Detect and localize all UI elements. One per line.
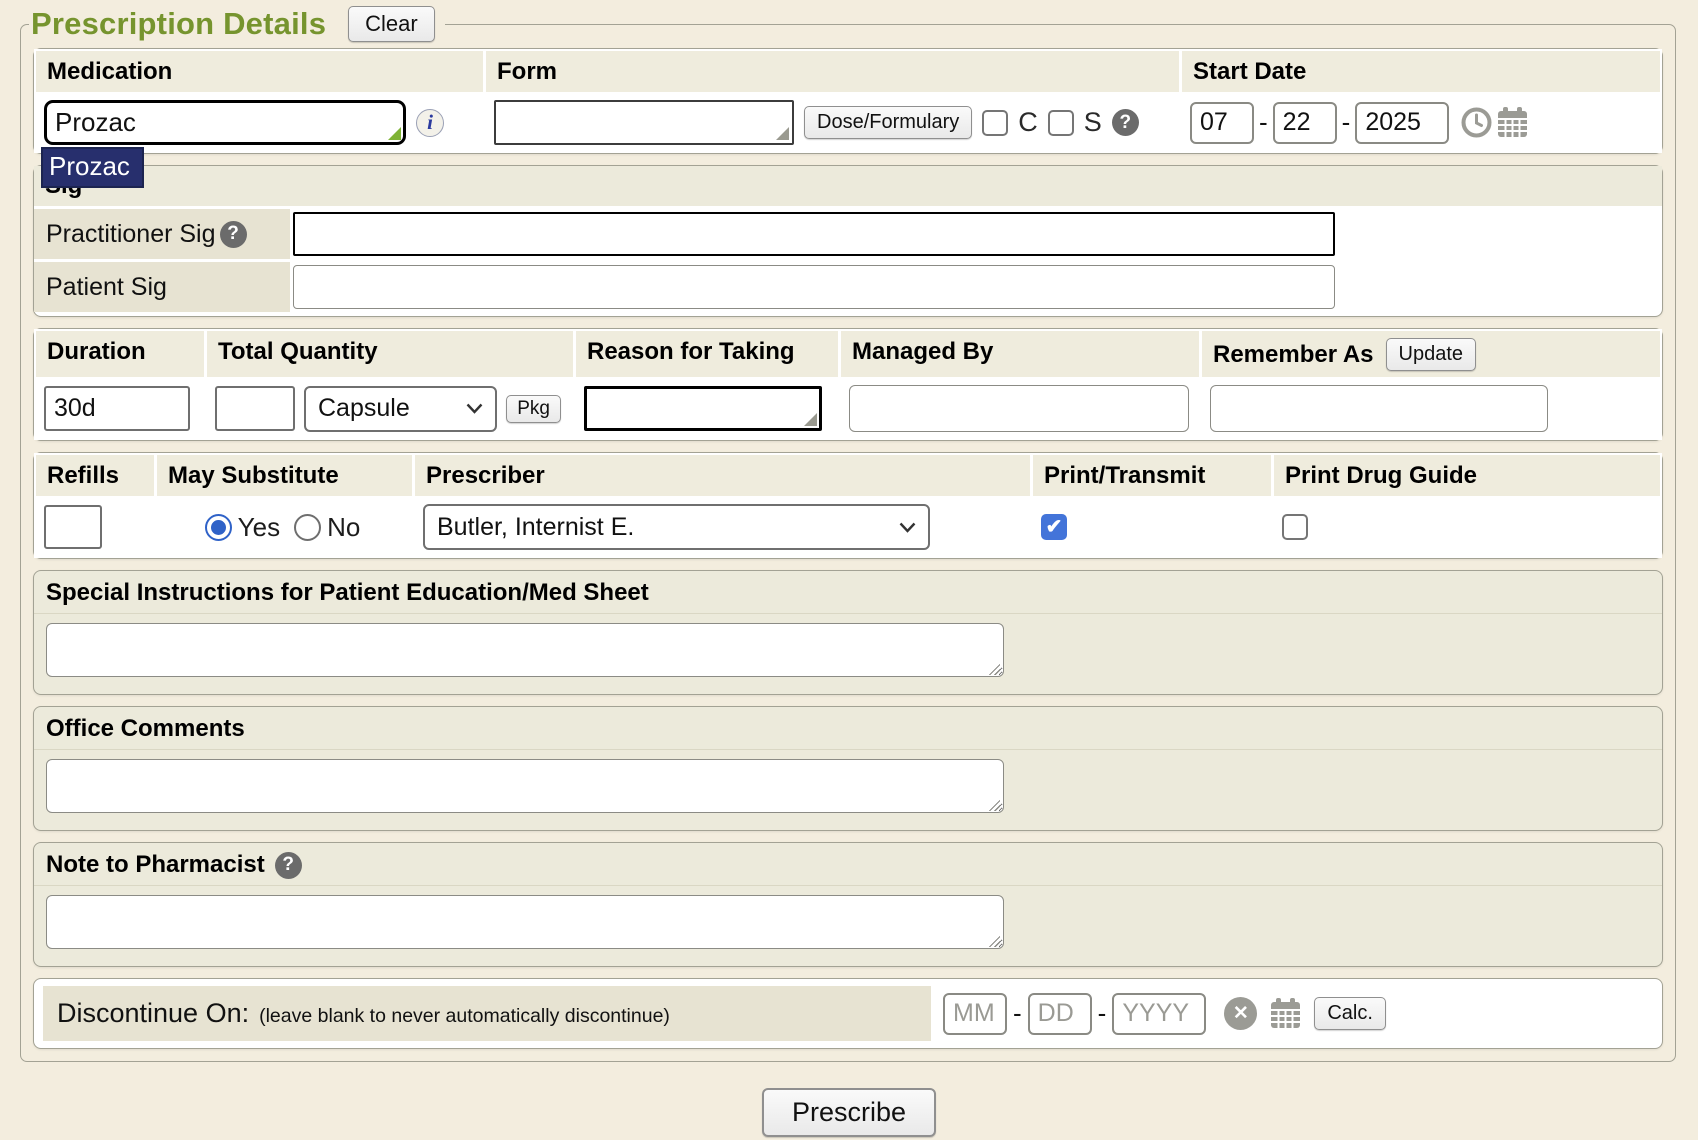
s-checkbox-label: S — [1084, 107, 1102, 138]
pkg-button[interactable]: Pkg — [506, 395, 561, 423]
prescriber-header: Prescriber — [415, 455, 1030, 496]
info-icon[interactable]: i — [416, 109, 444, 137]
discontinue-year-input[interactable] — [1112, 993, 1206, 1035]
discontinue-section: Discontinue On: (leave blank to never au… — [33, 978, 1663, 1049]
refills-section: Refills May Substitute Prescriber Print/… — [33, 452, 1663, 559]
start-date-header: Start Date — [1182, 51, 1660, 92]
patient-sig-input[interactable] — [293, 265, 1335, 309]
reason-input-wrap — [584, 386, 822, 431]
substitute-yes-radio[interactable] — [205, 514, 232, 541]
form-header: Form — [486, 51, 1179, 92]
refills-header: Refills — [36, 455, 154, 496]
print-transmit-checkbox[interactable] — [1041, 514, 1067, 540]
form-input[interactable] — [494, 100, 794, 145]
discontinue-hint: (leave blank to never automatically disc… — [259, 1005, 670, 1028]
prescription-details-fieldset: Prescription Details Clear Medication Fo… — [20, 6, 1676, 1062]
quantity-unit-select[interactable]: Capsule — [304, 386, 497, 432]
s-checkbox[interactable] — [1048, 110, 1074, 136]
special-instructions-section: Special Instructions for Patient Educati… — [33, 570, 1663, 695]
quantity-unit-value: Capsule — [318, 394, 410, 423]
calc-button[interactable]: Calc. — [1314, 997, 1386, 1030]
remember-as-header-cell: Remember As Update — [1202, 331, 1660, 377]
medication-input-wrap: Prozac — [44, 100, 406, 145]
print-drug-guide-header: Print Drug Guide — [1274, 455, 1660, 496]
c-checkbox-label: C — [1018, 107, 1038, 138]
discontinue-label: Discontinue On: — [57, 998, 249, 1029]
discontinue-day-input[interactable] — [1028, 993, 1092, 1035]
discontinue-label-cell: Discontinue On: (leave blank to never au… — [43, 986, 931, 1041]
reason-input[interactable] — [584, 386, 822, 431]
practitioner-sig-label: Practitioner Sig — [46, 220, 216, 249]
office-comments-textarea[interactable] — [46, 759, 1004, 813]
managed-by-header: Managed By — [841, 331, 1199, 377]
duration-input[interactable] — [44, 386, 190, 431]
note-to-pharmacist-help-icon[interactable]: ? — [275, 852, 302, 879]
practitioner-sig-help-icon[interactable]: ? — [220, 221, 247, 248]
prescription-details-legend: Prescription Details Clear — [29, 6, 445, 42]
date-separator: - — [1013, 998, 1022, 1029]
special-instructions-textarea[interactable] — [46, 623, 1004, 677]
prescriber-select[interactable]: Butler, Internist E. — [423, 504, 930, 550]
may-substitute-header: May Substitute — [157, 455, 412, 496]
clear-button[interactable]: Clear — [348, 6, 435, 42]
start-year-input[interactable] — [1355, 102, 1449, 144]
start-month-input[interactable] — [1190, 102, 1254, 144]
quantity-input[interactable] — [215, 386, 295, 431]
prescriber-value: Butler, Internist E. — [437, 513, 634, 542]
sig-legend: Sig — [34, 166, 1662, 206]
update-button[interactable]: Update — [1386, 338, 1477, 371]
date-separator: - — [1259, 107, 1268, 138]
print-drug-guide-checkbox[interactable] — [1282, 514, 1308, 540]
managed-by-input[interactable] — [849, 385, 1189, 432]
refills-input[interactable] — [44, 505, 102, 549]
substitute-no-label: No — [327, 512, 360, 543]
reason-header: Reason for Taking — [576, 331, 838, 377]
office-comments-section: Office Comments — [33, 706, 1663, 831]
date-separator: - — [1342, 107, 1351, 138]
medication-input[interactable] — [44, 100, 406, 145]
remember-as-input[interactable] — [1210, 385, 1548, 432]
practitioner-sig-label-cell: Practitioner Sig? — [34, 209, 290, 259]
discontinue-month-input[interactable] — [943, 993, 1007, 1035]
start-day-input[interactable] — [1273, 102, 1337, 144]
medication-suggestion-dropdown: Prozac — [41, 147, 144, 188]
substitute-yes-label: Yes — [238, 512, 280, 543]
sig-section: Sig Practitioner Sig? Patient Sig — [33, 165, 1663, 317]
page-title: Prescription Details — [31, 6, 326, 42]
medication-header: Medication — [36, 51, 483, 92]
medication-suggestion-item[interactable]: Prozac — [43, 149, 142, 186]
note-to-pharmacist-header: Note to Pharmacist — [46, 851, 265, 879]
patient-sig-label-cell: Patient Sig — [34, 262, 290, 312]
note-to-pharmacist-textarea[interactable] — [46, 895, 1004, 949]
medication-section: Medication Form Start Date Prozac i Do — [33, 48, 1663, 154]
duration-header: Duration — [36, 331, 204, 377]
time-icon[interactable] — [1461, 107, 1492, 138]
patient-sig-label: Patient Sig — [46, 273, 167, 302]
date-separator: - — [1098, 998, 1107, 1029]
print-transmit-header: Print/Transmit — [1033, 455, 1271, 496]
prescribe-button[interactable]: Prescribe — [762, 1088, 936, 1137]
special-instructions-header: Special Instructions for Patient Educati… — [34, 571, 1662, 614]
note-to-pharmacist-section: Note to Pharmacist ? — [33, 842, 1663, 967]
clear-date-icon[interactable]: ✕ — [1224, 997, 1257, 1030]
chevron-down-icon — [899, 522, 916, 533]
c-checkbox[interactable] — [982, 110, 1008, 136]
substitute-no-radio[interactable] — [294, 514, 321, 541]
cs-help-icon[interactable]: ? — [1112, 109, 1139, 136]
calendar-icon[interactable] — [1496, 106, 1529, 139]
dose-formulary-button[interactable]: Dose/Formulary — [804, 106, 972, 139]
form-input-wrap — [494, 100, 794, 145]
office-comments-header: Office Comments — [34, 707, 1662, 750]
remember-as-header: Remember As — [1213, 341, 1374, 369]
calendar-icon[interactable] — [1269, 997, 1302, 1030]
duration-section: Duration Total Quantity Reason for Takin… — [33, 328, 1663, 441]
chevron-down-icon — [466, 403, 483, 414]
total-quantity-header: Total Quantity — [207, 331, 573, 377]
practitioner-sig-input[interactable] — [293, 212, 1335, 256]
